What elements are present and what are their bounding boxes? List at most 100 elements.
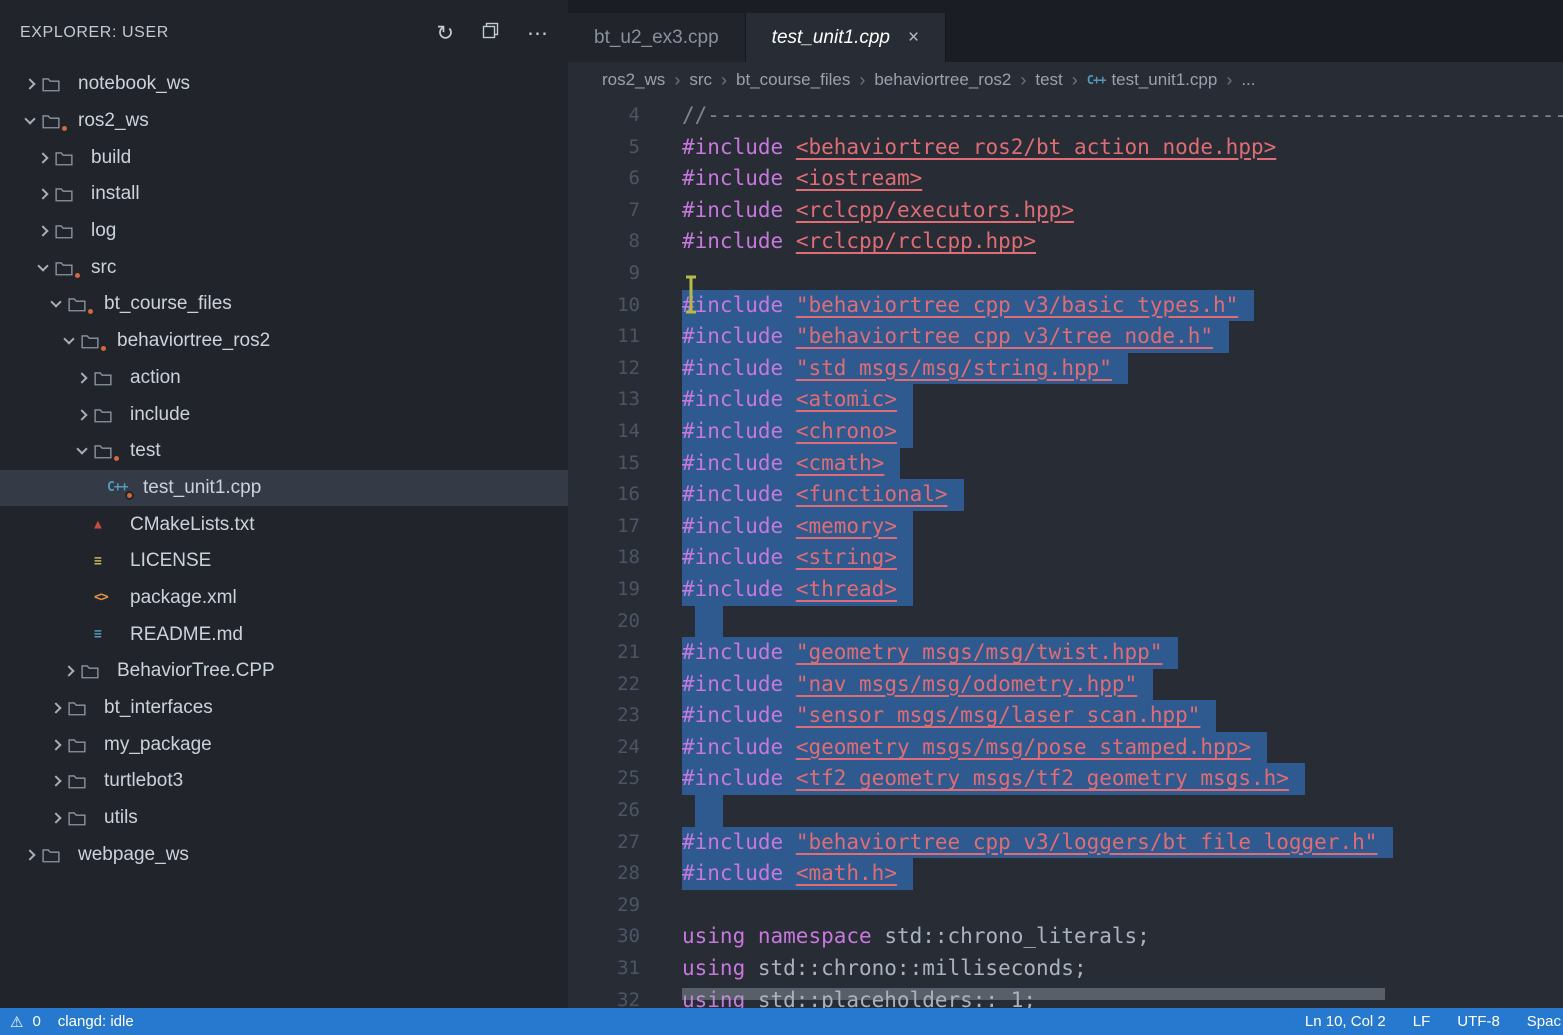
code-line[interactable]: 12#include "std_msgs/msg/string.hpp" [568, 353, 1563, 385]
code-line[interactable]: 7 #include <rclcpp/executors.hpp> [568, 195, 1563, 227]
tree-item-log[interactable]: log [0, 213, 568, 250]
status-item-utf-8[interactable]: UTF-8 [1457, 1013, 1500, 1030]
collapse-folders-icon[interactable] [482, 21, 499, 45]
file-icon-glyph: <> [94, 590, 108, 605]
tree-item-label: ros2_ws [78, 110, 149, 132]
code-line[interactable]: 10#include "behaviortree_cpp_v3/basic_ty… [568, 290, 1563, 322]
tab-bt-u2-ex3-cpp[interactable]: bt_u2_ex3.cpp [568, 13, 746, 62]
code-token [783, 830, 796, 854]
code-line[interactable]: 19#include <thread> [568, 574, 1563, 606]
tree-item-label: test [130, 440, 161, 462]
code-line-text: #include "geometry_msgs/msg/twist.hpp" [682, 637, 1178, 669]
tab-test-unit1-cpp[interactable]: test_unit1.cpp× [746, 13, 946, 62]
code-line[interactable]: 31using std::chrono::milliseconds; [568, 953, 1563, 985]
tree-item-readme-md[interactable]: ≡README.md [0, 616, 568, 653]
tree-item-behaviortree-cpp[interactable]: BehaviorTree.CPP [0, 653, 568, 690]
code-line-text: #include <rclcpp/rclcpp.hpp> [682, 226, 1036, 258]
code-token [783, 293, 796, 317]
line-number: 30 [568, 921, 640, 953]
cpp-file-icon: C++ [107, 477, 134, 499]
code-line[interactable]: 25#include <tf2_geometry_msgs/tf2_geomet… [568, 763, 1563, 795]
tree-item-turtlebot3[interactable]: turtlebot3 [0, 763, 568, 800]
tree-item-label: action [130, 367, 181, 389]
breadcrumb-item-test[interactable]: test [1035, 70, 1062, 90]
code-token: "behaviortree_cpp_v3/tree_node.h" [796, 324, 1213, 348]
code-line[interactable]: 14#include <chrono> [568, 416, 1563, 448]
code-line[interactable]: 23#include "sensor_msgs/msg/laser_scan.h… [568, 700, 1563, 732]
tree-item-src[interactable]: src [0, 249, 568, 286]
status-item-lf[interactable]: LF [1413, 1013, 1431, 1030]
refresh-icon[interactable]: ↻ [436, 21, 454, 46]
tree-item-package-xml[interactable]: <>package.xml [0, 580, 568, 617]
code-line[interactable]: 6#include <iostream> [568, 163, 1563, 195]
tree-item-include[interactable]: include [0, 396, 568, 433]
code-line[interactable]: 13#include <atomic> [568, 384, 1563, 416]
code-token: "behaviortree_cpp_v3/basic_types.h" [796, 293, 1239, 317]
line-number: 7 [568, 195, 640, 227]
code-line[interactable]: 9 [568, 258, 1563, 290]
code-line[interactable]: 18#include <string> [568, 542, 1563, 574]
code-line[interactable]: 11#include "behaviortree_cpp_v3/tree_nod… [568, 321, 1563, 353]
code-line[interactable]: 16#include <functional> [568, 479, 1563, 511]
status-item-spac[interactable]: Spac [1527, 1013, 1561, 1030]
breadcrumb-item-ros2-ws[interactable]: ros2_ws [602, 70, 665, 90]
tree-item-test[interactable]: test [0, 433, 568, 470]
code-line[interactable]: 21#include "geometry_msgs/msg/twist.hpp" [568, 637, 1563, 669]
folder-icon [55, 257, 82, 279]
tree-item-install[interactable]: install [0, 176, 568, 213]
breadcrumb-item-behaviortree-ros2[interactable]: behaviortree_ros2 [874, 70, 1011, 90]
breadcrumb-item--[interactable]: ... [1241, 70, 1255, 90]
code-line[interactable]: 8 #include <rclcpp/rclcpp.hpp> [568, 226, 1563, 258]
code-line[interactable]: 20 [568, 606, 1563, 638]
horizontal-scrollbar[interactable] [682, 988, 1385, 1000]
tree-item-license[interactable]: ≡LICENSE [0, 543, 568, 580]
tree-item-webpage-ws[interactable]: webpage_ws [0, 836, 568, 873]
language-server-status[interactable]: clangd: idle [58, 1013, 134, 1030]
md-file-icon: ≡ [94, 624, 121, 646]
tree-item-ros2-ws[interactable]: ros2_ws [0, 103, 568, 140]
breadcrumb-item-test-unit1-cpp[interactable]: C++test_unit1.cpp [1087, 70, 1218, 90]
chevron-down-icon [70, 449, 94, 453]
line-number: 26 [568, 795, 640, 827]
code-line[interactable]: 17#include <memory> [568, 511, 1563, 543]
status-item-ln-10-col-2[interactable]: Ln 10, Col 2 [1305, 1013, 1386, 1030]
code-editor[interactable]: 4//-------------------------------------… [568, 98, 1563, 1008]
code-token: <iostream> [796, 166, 922, 190]
code-line[interactable]: 4//-------------------------------------… [568, 100, 1563, 132]
code-line[interactable]: 28#include <math.h> [568, 858, 1563, 890]
code-token [783, 198, 796, 222]
tree-item-utils[interactable]: utils [0, 800, 568, 837]
line-number: 8 [568, 226, 640, 258]
tree-item-test-unit1-cpp[interactable]: C++test_unit1.cpp [0, 470, 568, 507]
code-line-text: #include <rclcpp/executors.hpp> [682, 195, 1074, 227]
code-token [783, 545, 796, 569]
tree-item-cmakelists-txt[interactable]: ▲CMakeLists.txt [0, 506, 568, 543]
folder-icon [94, 367, 121, 389]
breadcrumb-item-bt-course-files[interactable]: bt_course_files [736, 70, 850, 90]
tree-item-build[interactable]: build [0, 139, 568, 176]
more-actions-icon[interactable]: ⋯ [527, 21, 548, 46]
tree-item-my-package[interactable]: my_package [0, 726, 568, 763]
problems-count[interactable]: 0 [32, 1013, 40, 1030]
code-line-text: #include <chrono> [682, 416, 913, 448]
code-line[interactable]: 30using namespace std::chrono_literals; [568, 921, 1563, 953]
code-line[interactable]: 22#include "nav_msgs/msg/odometry.hpp" [568, 669, 1563, 701]
code-line-text: #include "behaviortree_cpp_v3/basic_type… [682, 290, 1254, 322]
tree-item-bt-course-files[interactable]: bt_course_files [0, 286, 568, 323]
code-line[interactable]: 15#include <cmath> [568, 448, 1563, 480]
selection-highlight: #include "std_msgs/msg/string.hpp" [682, 353, 1128, 385]
tree-item-behaviortree-ros2[interactable]: behaviortree_ros2 [0, 323, 568, 360]
tree-item-notebook-ws[interactable]: notebook_ws [0, 66, 568, 103]
code-line[interactable]: 29 [568, 890, 1563, 922]
tree-item-bt-interfaces[interactable]: bt_interfaces [0, 690, 568, 727]
code-line[interactable]: 5#include <behaviortree_ros2/bt_action_n… [568, 132, 1563, 164]
git-modified-badge [99, 344, 108, 353]
close-icon[interactable]: × [908, 27, 919, 49]
code-line[interactable]: 27#include "behaviortree_cpp_v3/loggers/… [568, 827, 1563, 859]
code-line[interactable]: 24#include <geometry_msgs/msg/pose_stamp… [568, 732, 1563, 764]
breadcrumb-item-src[interactable]: src [689, 70, 712, 90]
code-line[interactable]: 26 [568, 795, 1563, 827]
tree-item-action[interactable]: action [0, 360, 568, 397]
code-token: #include [682, 229, 783, 253]
warning-icon[interactable]: ⚠ [10, 1013, 23, 1031]
